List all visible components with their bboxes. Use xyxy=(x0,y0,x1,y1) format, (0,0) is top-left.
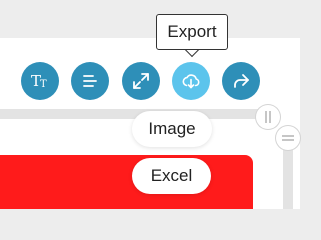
vertical-resize-handle[interactable] xyxy=(276,126,300,150)
text-style-button[interactable]: T T xyxy=(21,62,59,100)
menu-item-label: Image xyxy=(148,119,196,138)
horizontal-scroll-track[interactable] xyxy=(0,109,268,119)
align-left-icon xyxy=(80,71,100,91)
content-block xyxy=(0,155,253,209)
horizontal-resize-handle[interactable] xyxy=(256,105,280,129)
expand-icon xyxy=(131,71,151,91)
export-image-option[interactable]: Image xyxy=(132,111,212,147)
align-button[interactable] xyxy=(71,62,109,100)
share-button[interactable] xyxy=(222,62,260,100)
export-excel-option[interactable]: Excel xyxy=(132,158,211,194)
expand-button[interactable] xyxy=(122,62,160,100)
export-button[interactable] xyxy=(172,62,210,100)
text-size-icon: T T xyxy=(30,71,50,91)
tooltip-text: Export xyxy=(167,22,217,41)
download-cloud-icon xyxy=(181,71,201,91)
export-tooltip: Export xyxy=(156,14,228,50)
svg-text:T: T xyxy=(40,79,47,90)
menu-item-label: Excel xyxy=(150,166,193,185)
share-arrow-icon xyxy=(231,71,251,91)
